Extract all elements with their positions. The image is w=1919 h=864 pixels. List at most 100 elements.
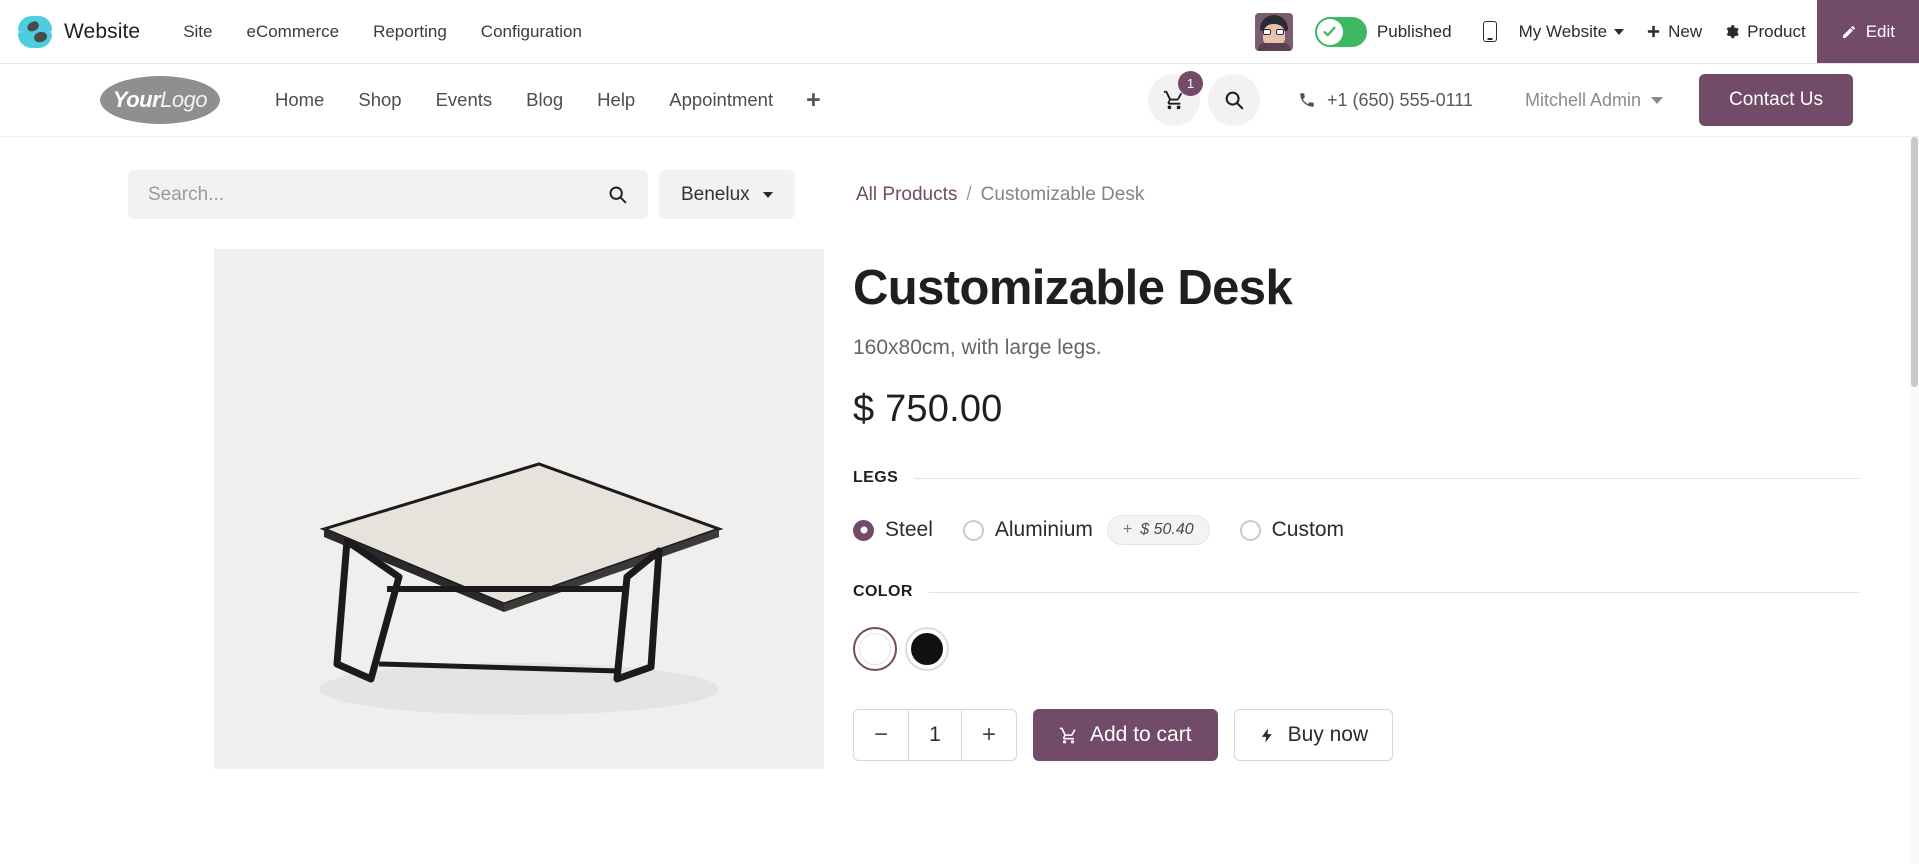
- nav-item-home[interactable]: Home: [258, 79, 341, 121]
- pricelist-dropdown[interactable]: Benelux: [659, 170, 795, 219]
- quantity-stepper: − +: [853, 709, 1017, 762]
- color-fill-black: [911, 633, 943, 666]
- attribute-options-color: [853, 627, 1859, 672]
- plus-sign: +: [1122, 521, 1133, 539]
- attribute-header-legs: LEGS: [853, 469, 1859, 487]
- radio-icon-custom[interactable]: [1239, 519, 1261, 541]
- attribute-options-legs: Steel Aluminium + $ 50.40 Custom: [853, 515, 1859, 546]
- new-button-label: New: [1668, 21, 1703, 41]
- product-title: Customizable Desk: [853, 261, 1293, 315]
- page-body: Benelux: [0, 137, 1919, 864]
- nav-item-shop[interactable]: Shop: [341, 79, 418, 121]
- search-input-wrapper[interactable]: [128, 170, 648, 219]
- menu-configuration[interactable]: Configuration: [464, 14, 599, 50]
- contact-us-button[interactable]: Contact Us: [1699, 74, 1853, 126]
- odoo-logo-icon[interactable]: [18, 15, 52, 49]
- menu-reporting[interactable]: Reporting: [356, 14, 464, 50]
- buy-now-label: Buy now: [1287, 723, 1369, 747]
- option-extra-price-aluminium: + $ 50.40: [1106, 515, 1210, 546]
- menu-site[interactable]: Site: [166, 14, 229, 50]
- menu-ecommerce[interactable]: eCommerce: [229, 14, 356, 50]
- website-switcher-label: My Website: [1518, 21, 1608, 41]
- website-header: YourLogo Home Shop Events Blog Help Appo…: [0, 64, 1919, 137]
- lightning-icon: [1261, 728, 1272, 743]
- option-steel[interactable]: Steel: [853, 518, 933, 542]
- edit-button[interactable]: Edit: [1816, 0, 1919, 63]
- user-menu[interactable]: Mitchell Admin: [1524, 89, 1664, 111]
- site-navigation: Home Shop Events Blog Help Appointment +: [258, 79, 837, 121]
- edit-button-label: Edit: [1865, 21, 1895, 41]
- option-label-steel: Steel: [885, 518, 933, 542]
- systray: Published My Website New Product Edit: [1254, 0, 1919, 63]
- product-left-column: Benelux: [128, 170, 828, 769]
- scrollbar-thumb[interactable]: [1911, 137, 1918, 387]
- nav-item-blog[interactable]: Blog: [509, 79, 580, 121]
- website-switcher[interactable]: My Website: [1508, 14, 1636, 50]
- site-logo-bold: Your: [112, 87, 161, 112]
- radio-icon-aluminium[interactable]: [962, 519, 984, 541]
- option-custom[interactable]: Custom: [1239, 518, 1344, 542]
- add-menu-icon[interactable]: +: [790, 84, 837, 117]
- avatar[interactable]: [1254, 12, 1293, 51]
- record-menu-button[interactable]: Product: [1713, 14, 1817, 50]
- color-swatch-white[interactable]: [853, 627, 897, 672]
- phone-icon: [1300, 93, 1314, 107]
- buy-now-button[interactable]: Buy now: [1233, 709, 1394, 762]
- plus-icon: [1647, 25, 1660, 38]
- publish-toggle[interactable]: Published: [1314, 16, 1452, 47]
- divider: [914, 477, 1859, 479]
- check-icon: [1316, 18, 1343, 45]
- pricelist-label: Benelux: [681, 183, 750, 205]
- odoo-brand[interactable]: Website: [0, 15, 154, 49]
- product-layout: Benelux: [0, 170, 1919, 769]
- add-to-cart-label: Add to cart: [1090, 723, 1192, 747]
- breadcrumb-all-products[interactable]: All Products: [856, 184, 957, 206]
- record-menu-label: Product: [1747, 21, 1806, 41]
- user-name: Mitchell Admin: [1524, 89, 1642, 110]
- chevron-down-icon: [1614, 28, 1625, 35]
- app-name[interactable]: Website: [64, 20, 140, 44]
- chevron-down-icon: [1651, 96, 1664, 104]
- mobile-icon: [1482, 21, 1497, 42]
- extra-price-amount: $ 50.40: [1140, 521, 1194, 539]
- nav-item-events[interactable]: Events: [419, 79, 510, 121]
- product-subtitle: 160x80cm, with large legs.: [853, 336, 1102, 360]
- option-aluminium[interactable]: Aluminium: [962, 518, 1093, 542]
- mobile-preview-button[interactable]: [1472, 13, 1508, 50]
- divider: [928, 591, 1859, 593]
- publish-label: Published: [1376, 21, 1452, 41]
- page-scrollbar[interactable]: [1910, 137, 1919, 864]
- site-logo[interactable]: YourLogo: [100, 76, 220, 124]
- add-to-cart-button[interactable]: Add to cart: [1033, 709, 1218, 762]
- breadcrumb: All Products / Customizable Desk: [853, 170, 1859, 219]
- color-swatch-black[interactable]: [905, 627, 949, 672]
- cart-count-badge: 1: [1178, 71, 1204, 96]
- shop-toolbar: Benelux: [128, 170, 828, 219]
- cart-icon: [1059, 727, 1076, 744]
- site-logo-light: Logo: [160, 87, 208, 112]
- quantity-increase-button[interactable]: +: [962, 710, 1016, 761]
- radio-icon-steel[interactable]: [853, 519, 874, 541]
- purchase-controls: − + Add to cart Buy now: [853, 709, 1859, 762]
- odoo-top-navbar: Website Site eCommerce Reporting Configu…: [0, 0, 1919, 64]
- attribute-label-color: COLOR: [853, 583, 913, 601]
- quantity-input[interactable]: [908, 710, 962, 761]
- search-input[interactable]: [148, 183, 607, 206]
- breadcrumb-separator: /: [966, 183, 972, 205]
- new-button[interactable]: New: [1635, 14, 1713, 50]
- search-submit-icon[interactable]: [607, 184, 628, 205]
- site-logo-text: YourLogo: [112, 87, 208, 113]
- nav-item-appointment[interactable]: Appointment: [652, 79, 790, 121]
- site-search-button[interactable]: [1208, 74, 1261, 126]
- attribute-label-legs: LEGS: [853, 469, 899, 487]
- nav-item-help[interactable]: Help: [580, 79, 652, 121]
- color-fill-white: [859, 633, 891, 666]
- option-label-custom: Custom: [1271, 518, 1344, 542]
- phone-link[interactable]: +1 (650) 555-0111: [1298, 90, 1473, 111]
- cart-button[interactable]: 1: [1148, 71, 1204, 126]
- quantity-decrease-button[interactable]: −: [854, 710, 908, 761]
- header-right-tools: 1 +1 (650) 555-0111 Mitchell Admin Conta…: [1148, 71, 1853, 126]
- publish-switch[interactable]: [1314, 16, 1367, 47]
- attribute-header-color: COLOR: [853, 583, 1859, 601]
- product-image[interactable]: [214, 249, 824, 769]
